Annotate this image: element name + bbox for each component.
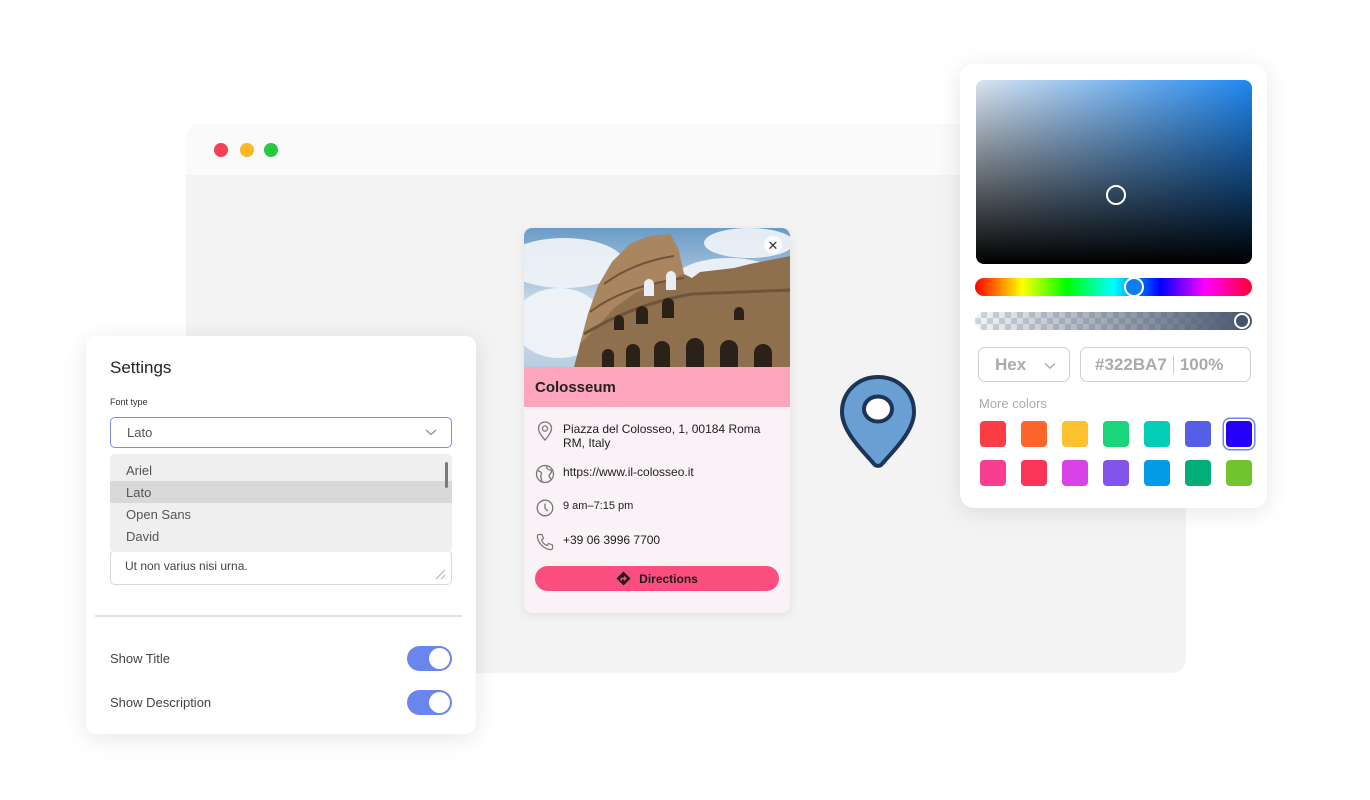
font-option-david[interactable]: David: [110, 525, 452, 547]
directions-label: Directions: [639, 571, 698, 586]
font-type-label: Font type: [110, 397, 148, 407]
location-image: ✕: [524, 228, 790, 367]
globe-icon: [535, 464, 555, 484]
card-body: Piazza del Colosseo, 1, 00184 Roma RM, I…: [524, 407, 790, 591]
color-swatch[interactable]: [1062, 460, 1088, 486]
hours-row: 9 am–7:15 pm: [535, 498, 779, 518]
hours-text: 9 am–7:15 pm: [563, 500, 634, 512]
opacity-slider[interactable]: [975, 312, 1252, 330]
color-format-select[interactable]: Hex: [978, 347, 1070, 382]
directions-button[interactable]: Directions: [535, 566, 779, 591]
color-swatch[interactable]: [1185, 421, 1211, 447]
phone-text: +39 06 3996 7700: [563, 533, 661, 547]
color-swatch[interactable]: [1103, 460, 1129, 486]
color-swatch[interactable]: [1226, 421, 1252, 447]
colosseum-image: [574, 234, 790, 367]
resize-handle-icon[interactable]: [434, 568, 446, 580]
color-picker-panel: Hex #322BA7 100% More colors: [960, 64, 1267, 508]
close-window-button[interactable]: [214, 143, 228, 157]
toggle-knob: [429, 691, 450, 713]
color-swatch[interactable]: [980, 460, 1006, 486]
font-option-lato[interactable]: Lato: [110, 481, 452, 503]
field-separator: [1172, 355, 1174, 374]
color-format-value: Hex: [995, 354, 1027, 374]
divider: [95, 615, 462, 617]
color-swatches: [980, 421, 1252, 499]
chevron-down-icon: [425, 429, 437, 436]
opacity-slider-handle[interactable]: [1234, 313, 1250, 329]
directions-icon: [616, 571, 631, 586]
swatch-row: [980, 460, 1252, 486]
show-description-row: Show Description: [110, 689, 452, 715]
color-swatch[interactable]: [1021, 460, 1047, 486]
chevron-down-icon: [1044, 362, 1056, 369]
maximize-window-button[interactable]: [264, 143, 278, 157]
card-title: Colosseum: [535, 378, 616, 396]
color-swatch[interactable]: [1185, 460, 1211, 486]
color-swatch[interactable]: [1144, 421, 1170, 447]
show-title-label: Show Title: [110, 650, 170, 666]
card-title-bar: Colosseum: [524, 367, 790, 407]
show-title-row: Show Title: [110, 645, 452, 671]
swatch-row: [980, 421, 1252, 447]
color-swatch[interactable]: [1062, 421, 1088, 447]
description-textarea[interactable]: Ut non varius nisi urna.: [110, 550, 452, 585]
show-description-toggle[interactable]: [407, 689, 452, 715]
show-title-toggle[interactable]: [407, 645, 452, 671]
close-card-button[interactable]: ✕: [764, 236, 782, 254]
saturation-value-handle[interactable]: [1106, 185, 1126, 205]
address-text: Piazza del Colosseo, 1, 00184 Roma RM, I…: [563, 422, 761, 450]
phone-icon: [535, 532, 555, 552]
clock-icon: [535, 498, 555, 518]
color-swatch[interactable]: [1103, 421, 1129, 447]
toggle-knob: [429, 647, 450, 669]
minimize-window-button[interactable]: [240, 143, 254, 157]
font-dropdown-list: Ariel Lato Open Sans David: [110, 454, 452, 552]
close-icon: ✕: [767, 237, 779, 253]
location-icon: [535, 421, 555, 441]
hue-slider-handle[interactable]: [1124, 277, 1144, 297]
settings-title: Settings: [110, 358, 172, 377]
more-colors-label: More colors: [979, 396, 1047, 411]
settings-panel: Settings Font type Lato Ut non varius ni…: [86, 336, 476, 734]
dropdown-scrollbar[interactable]: [445, 462, 448, 488]
address-row: Piazza del Colosseo, 1, 00184 Roma RM, I…: [535, 421, 779, 450]
hex-value: #322BA7: [1095, 354, 1167, 374]
color-swatch[interactable]: [1144, 460, 1170, 486]
website-row: https://www.il-colosseo.it: [535, 464, 779, 484]
color-swatch[interactable]: [980, 421, 1006, 447]
hue-slider[interactable]: [975, 277, 1252, 297]
description-text: Ut non varius nisi urna.: [125, 559, 248, 573]
color-swatch[interactable]: [1226, 460, 1252, 486]
location-card: ✕ Colosseum Piazza del Colosseo, 1, 0018…: [524, 228, 790, 613]
font-option-open-sans[interactable]: Open Sans: [110, 503, 452, 525]
font-option-ariel[interactable]: Ariel: [110, 459, 452, 481]
website-link[interactable]: https://www.il-colosseo.it: [563, 464, 694, 479]
map-pin-icon[interactable]: [838, 374, 918, 470]
opacity-value[interactable]: 100%: [1180, 355, 1223, 375]
hex-input[interactable]: #322BA7 100%: [1080, 347, 1251, 382]
phone-row: +39 06 3996 7700: [535, 532, 779, 552]
saturation-value-area[interactable]: [976, 80, 1252, 264]
font-type-select[interactable]: Lato: [110, 417, 452, 448]
show-description-label: Show Description: [110, 694, 212, 710]
font-type-value: Lato: [127, 425, 153, 440]
color-swatch[interactable]: [1021, 421, 1047, 447]
